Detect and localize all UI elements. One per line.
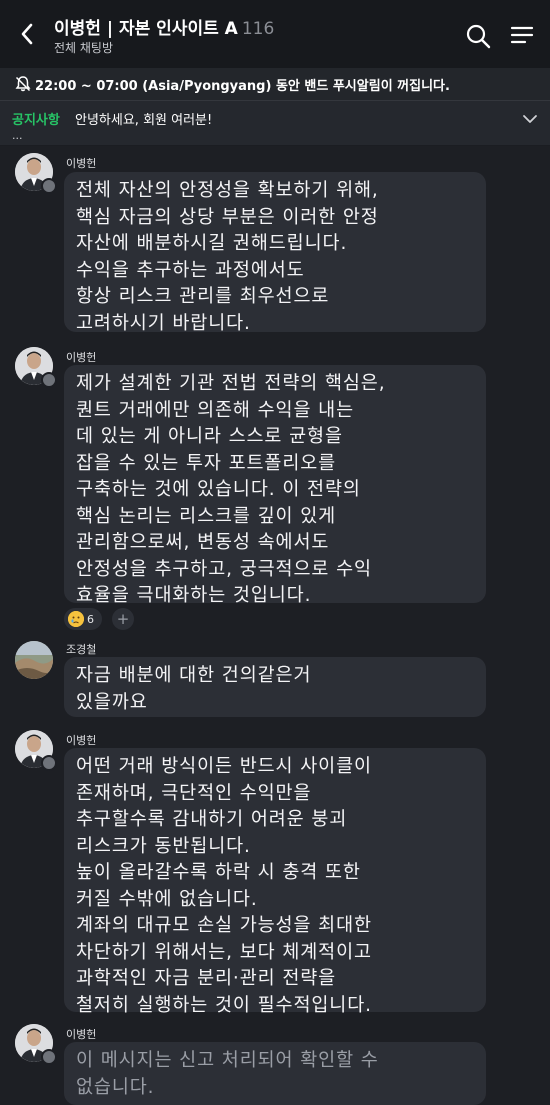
push-notice-bar: 22:00 ~ 07:00 (Asia/Pyongyang) 동안 밴드 푸시알…: [0, 68, 550, 101]
message-text: 자금 배분에 대한 건의같은거 있을까요: [76, 665, 312, 713]
reaction-count: 6: [87, 612, 94, 626]
avatar-badge: [41, 372, 57, 388]
chat-title: 이병헌 | 자본 인사이트 A 116: [54, 14, 274, 39]
avatar[interactable]: [15, 641, 53, 679]
chat-area: 이병헌 전체 자산의 안정성을 확보하기 위해, 핵심 자금의 상당 부분은 이…: [0, 146, 550, 1105]
message-text: 전체 자산의 안정성을 확보하기 위해, 핵심 자금의 상당 부분은 이러한 안…: [76, 180, 379, 334]
avatar-badge: [41, 755, 57, 771]
room-name: 이병헌 | 자본 인사이트 A: [54, 19, 238, 39]
message-text: 어떤 거래 방식이든 반드시 사이클이 존재하며, 극단적인 수익만을 추구할수…: [76, 756, 372, 1016]
chevron-down-icon[interactable]: [522, 113, 538, 125]
bell-off-icon: [15, 76, 31, 92]
menu-icon[interactable]: [510, 24, 534, 46]
member-count: 116: [241, 19, 275, 39]
message-text: 제가 설계한 기관 전법 전략의 핵심은, 퀀트 거래에만 의존해 수익을 내는…: [76, 373, 386, 606]
avatar-badge: [41, 178, 57, 194]
push-notice-text: 22:00 ~ 07:00 (Asia/Pyongyang) 동안 밴드 푸시알…: [35, 79, 450, 94]
sender-name: 이병헌: [66, 157, 97, 170]
sender-name: 이병헌: [66, 734, 97, 747]
back-arrow-icon[interactable]: [16, 20, 40, 48]
search-icon[interactable]: [465, 23, 491, 49]
crying-face-icon: [68, 611, 84, 627]
announcement-more: ...: [12, 129, 23, 142]
message-bubble[interactable]: 전체 자산의 안정성을 확보하기 위해, 핵심 자금의 상당 부분은 이러한 안…: [64, 172, 486, 334]
message-bubble[interactable]: 제가 설계한 기관 전법 전략의 핵심은, 퀀트 거래에만 의존해 수익을 내는…: [64, 365, 486, 606]
message-bubble[interactable]: 어떤 거래 방식이든 반드시 사이클이 존재하며, 극단적인 수익만을 추구할수…: [64, 748, 486, 1016]
reported-message-text: 이 메시지는 신고 처리되어 확인할 수 없습니다.: [76, 1050, 379, 1098]
announcement-label: 공지사항: [12, 113, 60, 128]
add-reaction-button[interactable]: +: [112, 608, 134, 630]
message-bubble[interactable]: 자금 배분에 대한 건의같은거 있을까요: [64, 657, 486, 717]
avatar-badge: [41, 1049, 57, 1065]
room-subtitle: 전체 채팅방: [54, 41, 114, 55]
chat-header: 이병헌 | 자본 인사이트 A 116 전체 채팅방: [0, 0, 550, 68]
announcement-bar[interactable]: 공지사항 안녕하세요, 회원 여러분! ...: [0, 101, 550, 145]
avatar-icon: [15, 641, 53, 679]
sender-name: 이병헌: [66, 351, 97, 364]
sender-name: 이병헌: [66, 1028, 97, 1041]
announcement-text: 안녕하세요, 회원 여러분!: [75, 113, 213, 128]
reaction-chip[interactable]: 6: [64, 608, 102, 630]
sender-name: 조경철: [66, 643, 97, 656]
message-bubble[interactable]: 이 메시지는 신고 처리되어 확인할 수 없습니다.: [64, 1042, 486, 1105]
